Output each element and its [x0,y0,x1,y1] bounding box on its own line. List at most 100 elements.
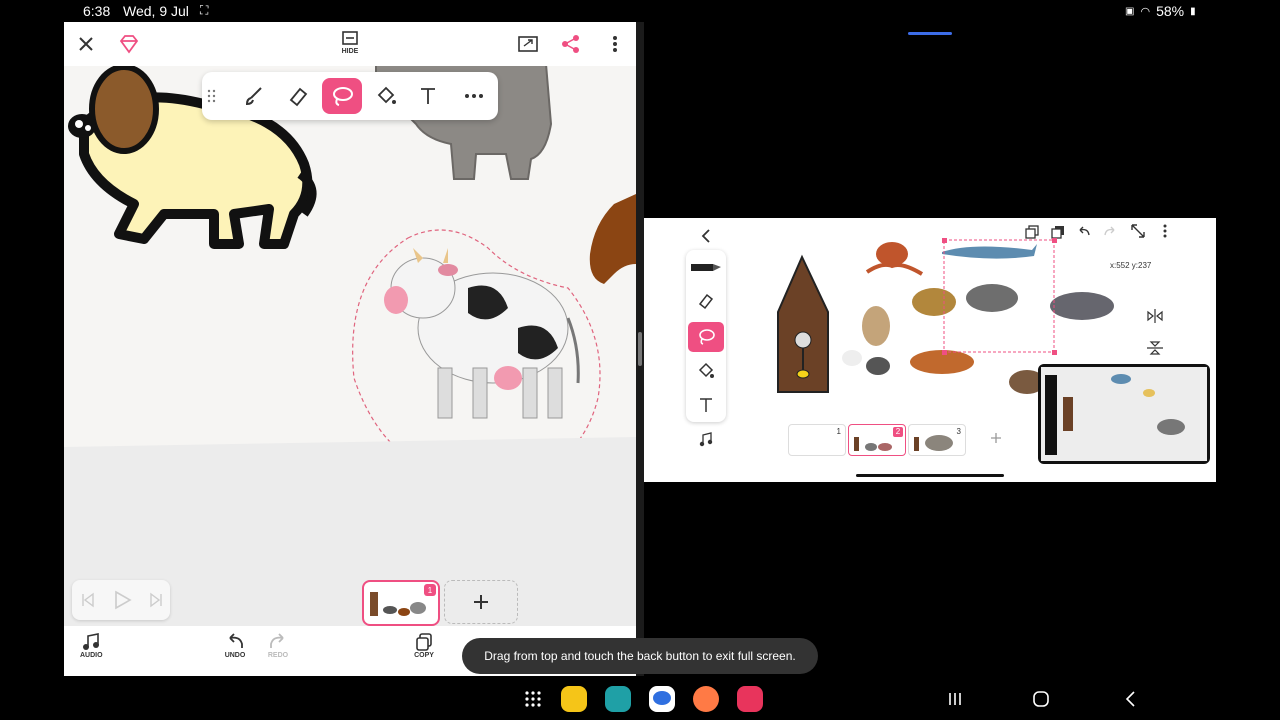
brush-icon [245,87,262,106]
redo-button[interactable]: REDO [267,632,289,659]
music-note-icon [83,633,100,650]
left-top-bar: HIDE [64,22,636,66]
window-handle[interactable] [908,32,952,35]
flip-horizontal-icon[interactable] [1146,308,1164,324]
brush-tool[interactable] [236,78,272,114]
premium-button[interactable] [118,34,140,54]
eraser-icon [698,293,714,310]
split-divider[interactable] [636,22,644,676]
diamond-icon [119,35,139,54]
right-frame-3-number: 3 [956,427,961,436]
right-frame-2[interactable]: 2 [848,424,906,456]
fullscreen-button[interactable] [517,34,539,54]
right-frame-2-number: 2 [893,427,903,437]
undo-icon [229,633,243,648]
right-frame-1[interactable]: 1 [788,424,846,456]
recent-apps-icon[interactable] [946,690,964,708]
copy-button[interactable]: COPY [414,632,434,659]
more-vertical-icon [613,36,617,52]
fullscreen-toast: Drag from top and touch the back button … [462,638,818,674]
right-frame-3[interactable]: 3 [908,424,966,456]
more-tools-button[interactable] [456,78,492,114]
lasso-icon [333,87,353,106]
lasso-tool-small[interactable] [688,322,724,352]
wifi-icon: ◠ [1140,5,1151,18]
copy-label: COPY [414,652,434,659]
status-icons: ▣ ◠ 58% ▮ [1125,3,1196,19]
frame-preview [914,435,953,451]
right-home-indicator [856,474,1004,477]
copy-icon [416,633,432,651]
frame-preview [370,592,426,616]
close-icon [79,37,93,51]
fill-tool-small[interactable] [688,356,724,386]
battery-icon: ▮ [1190,5,1196,17]
playback-controls [72,580,170,620]
add-frame-button[interactable] [444,580,518,624]
hide-button[interactable]: HIDE [336,28,364,55]
play-icon[interactable] [112,590,132,610]
text-icon [421,88,435,104]
right-app-window: x:552 y:237 1 2 3 [644,218,1216,482]
audio-button[interactable]: AUDIO [80,632,103,659]
app-drawer-icon[interactable] [524,690,542,708]
paint-bucket-icon [377,86,396,104]
dock-calendar-app-icon[interactable] [605,686,631,712]
drag-handle-icon[interactable] [202,78,222,114]
battery-saver-icon: ▣ [1125,5,1135,17]
pen-tool[interactable] [688,252,724,282]
frame-preview [854,437,892,451]
home-icon[interactable] [1032,690,1050,708]
eraser-tool[interactable] [280,78,316,114]
back-chevron-icon[interactable] [699,228,713,244]
frame-thumbnail-1[interactable]: 1 [362,580,440,626]
picture-in-picture-preview[interactable] [1038,364,1210,464]
eraser-icon [289,87,308,107]
hide-icon [342,31,358,45]
dock-files-app-icon[interactable] [561,686,587,712]
divider-handle[interactable] [638,332,642,366]
hide-label: HIDE [341,48,359,55]
eraser-tool-small[interactable] [688,286,724,316]
status-time: 6:38 [83,3,111,19]
audio-label: AUDIO [80,652,103,659]
right-tool-column [686,250,726,422]
share-icon [562,35,579,53]
undo-button[interactable]: UNDO [224,632,246,659]
status-bar: 6:38 Wed, 9 Jul ⛶ ▣ ◠ 58% ▮ [0,0,1280,22]
dock-contacts-app-icon[interactable] [693,686,719,712]
dock-camera-app-icon[interactable] [737,686,763,712]
more-horizontal-icon [465,94,483,98]
pip-thumbnail [1041,367,1207,461]
lasso-tool[interactable] [322,78,362,114]
text-icon [700,398,712,412]
right-frame-1-number: 1 [836,427,841,436]
text-tool[interactable] [410,78,446,114]
skip-forward-icon[interactable] [148,592,164,608]
pen-icon [691,264,721,271]
music-note-icon-small[interactable] [698,432,714,448]
skip-back-icon[interactable] [80,592,96,608]
close-button[interactable] [76,34,96,54]
frame-badge: 1 [424,584,436,596]
lasso-icon [699,329,715,345]
redo-label: REDO [267,652,289,659]
more-menu-button[interactable] [608,34,622,54]
screenshot-icon: ⛶ [200,3,209,17]
floating-toolbar [202,72,498,120]
redo-icon [270,633,284,648]
paint-bucket-icon [698,362,714,378]
flip-vertical-icon[interactable] [1146,340,1164,356]
status-date: Wed, 9 Jul [123,3,189,19]
left-app-window: HIDE 1 AUDIO UNDO REDO COPY [64,22,636,676]
dock-messages-app-icon[interactable] [649,686,675,712]
share-button[interactable] [560,34,582,54]
battery-percent: 58% [1156,3,1185,19]
drawing-canvas[interactable] [64,64,636,484]
plus-icon-small[interactable] [990,432,1002,444]
text-tool-small[interactable] [688,390,724,420]
plus-icon [474,595,488,609]
back-icon[interactable] [1122,690,1140,708]
fill-tool[interactable] [368,78,404,114]
expand-icon [518,36,538,52]
